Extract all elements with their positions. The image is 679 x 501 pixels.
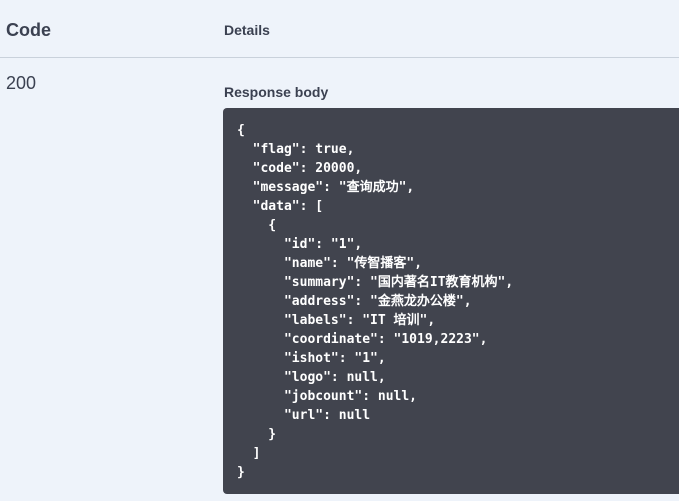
details-column-header: Details: [224, 22, 270, 38]
response-body-label: Response body: [224, 84, 329, 100]
responses-table-header: Code Details: [0, 0, 679, 58]
response-body-json[interactable]: { "flag": true, "code": 20000, "message"…: [237, 121, 679, 482]
code-column-header: Code: [6, 20, 51, 40]
response-body-code-block[interactable]: { "flag": true, "code": 20000, "message"…: [223, 108, 679, 494]
response-status-code: 200: [6, 73, 37, 93]
